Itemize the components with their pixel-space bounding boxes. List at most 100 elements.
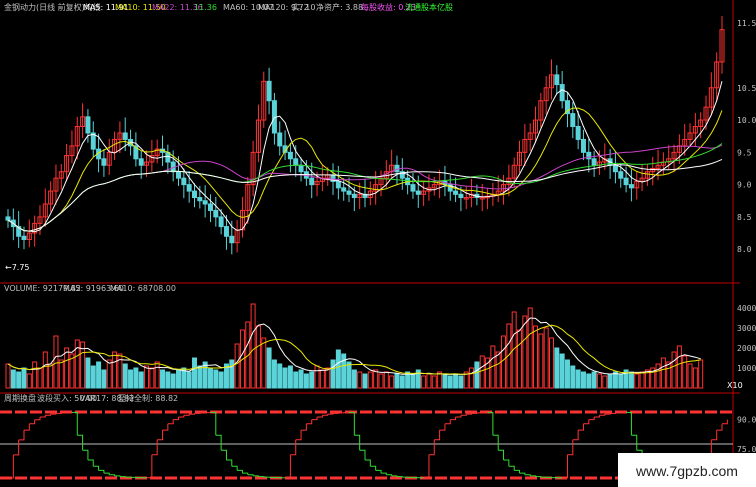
ma30-readout: 11.36 [194, 3, 217, 12]
volume-bar [186, 371, 192, 389]
volume-bar [442, 373, 448, 389]
candle-down [229, 235, 235, 244]
indicator-step [396, 476, 403, 478]
volume-header: VOLUME: 92179.82 MA5: 91963.60 MA10: 687… [4, 284, 176, 293]
volume-bar [282, 367, 288, 389]
candle-down [181, 177, 187, 186]
candle-down [277, 132, 283, 147]
indicator-step [471, 412, 478, 414]
stock-chart: 金钢动力(日线 前复权)均线 MA5: 11.91 MA10: 11.50 MA… [0, 0, 756, 487]
volume-bar [96, 361, 102, 389]
candle-down [122, 132, 128, 140]
price-tick-label: 8.0 [737, 245, 752, 254]
candle-down [415, 190, 421, 195]
candle-down [176, 171, 182, 179]
volume-bar [229, 359, 235, 389]
indicator-step [55, 412, 62, 414]
volume-bar [458, 375, 464, 389]
volume-bar [160, 369, 166, 389]
watermark-text: www.7gpzb.com [635, 463, 738, 479]
candle-down [138, 158, 144, 166]
low-price-value: 7.75 [12, 263, 30, 272]
net-asset-readout: 净资产: 3.88 [316, 2, 363, 12]
volume-bar [138, 371, 144, 389]
volume-tick-label: 4000 [737, 304, 756, 313]
volume-bar [564, 359, 570, 389]
candle-down [575, 126, 581, 140]
indicator-step [119, 476, 126, 478]
candle-down [591, 158, 597, 166]
candle-down [410, 184, 416, 192]
volume-bar [133, 367, 139, 389]
volume-tick-label: 2000 [737, 344, 756, 353]
volume-unit-x10: X10 [727, 381, 743, 390]
volume-bar [277, 363, 283, 389]
price-header: 金钢动力(日线 前复权)均线 MA5: 11.91 MA10: 11.50 MA… [4, 2, 453, 12]
candle-down [213, 209, 219, 218]
volume-bar [176, 369, 182, 389]
volume-bar [303, 373, 309, 389]
volume-ma10-readout: MA10: 68708.00 [110, 284, 176, 293]
watermark: www.7gpzb.com [618, 453, 756, 487]
low-price-marker: ←7.75 [5, 263, 30, 272]
candle-down [554, 74, 560, 86]
candle-down [223, 226, 229, 237]
volume-bar [207, 367, 213, 389]
price-tick-label: 9.0 [737, 181, 752, 190]
candle-down [266, 80, 272, 102]
stock-chart-screen: 金钢动力(日线 前复权)均线 MA5: 11.91 MA10: 11.50 MA… [0, 0, 756, 487]
volume-tick-label: 3000 [737, 324, 756, 333]
volume-bar [447, 375, 453, 389]
candle-down [293, 158, 299, 166]
volume-tick-label: 1000 [737, 364, 756, 373]
volume-bar [16, 371, 22, 389]
volume-bar [128, 369, 134, 389]
extra-readout: 实: 10 [292, 2, 315, 12]
indicator-header: 周期换盘 波段买入: 50.00 VAR17: 88.82 至持全制: 88.8… [4, 393, 178, 403]
indicator-tick-label: 75.0 [737, 445, 756, 454]
indicator-step [194, 412, 201, 414]
volume-bar [591, 371, 597, 389]
volume-bar [85, 357, 91, 389]
indicator-tick-label: 90.0 [737, 416, 756, 425]
indicator-step [610, 412, 616, 414]
price-tick-label: 10.5 [737, 84, 756, 93]
candle-down [101, 158, 107, 166]
volume-bar [554, 347, 560, 389]
volume-bar [293, 371, 299, 389]
candle-down [458, 193, 464, 199]
candle-down [186, 184, 192, 192]
volume-bar [399, 375, 405, 389]
volume-bar [346, 361, 352, 389]
volume-bar [218, 371, 224, 389]
volume-bar [628, 371, 634, 389]
volume-bar [271, 359, 277, 389]
candle-down [346, 190, 352, 195]
float-share-readout: 流通股本亿股 [405, 2, 453, 12]
volume-bar [266, 347, 272, 389]
indicator-step [333, 412, 339, 414]
volume-bar [122, 363, 128, 389]
candle-down [287, 151, 293, 160]
volume-bar [170, 373, 176, 389]
candle-down [202, 200, 208, 205]
candle-down [197, 197, 203, 202]
candle-down [623, 177, 629, 186]
indicator-name: 周期换盘 [4, 393, 36, 403]
candle-down [618, 171, 624, 179]
indicator-step [535, 476, 542, 478]
candle-down [85, 116, 91, 134]
candle-down [21, 235, 27, 240]
volume-bar [474, 361, 480, 389]
volume-bar [618, 373, 624, 389]
volume-bar [580, 371, 586, 389]
volume-bar [287, 365, 293, 389]
volume-bar [213, 369, 219, 389]
candle-down [5, 216, 11, 221]
price-tick-label: 11.5 [737, 19, 756, 28]
candle-down [453, 190, 459, 195]
volume-bar [101, 369, 107, 389]
candle-down [580, 138, 586, 153]
candle-down [612, 164, 618, 173]
volume-bar [575, 369, 581, 389]
